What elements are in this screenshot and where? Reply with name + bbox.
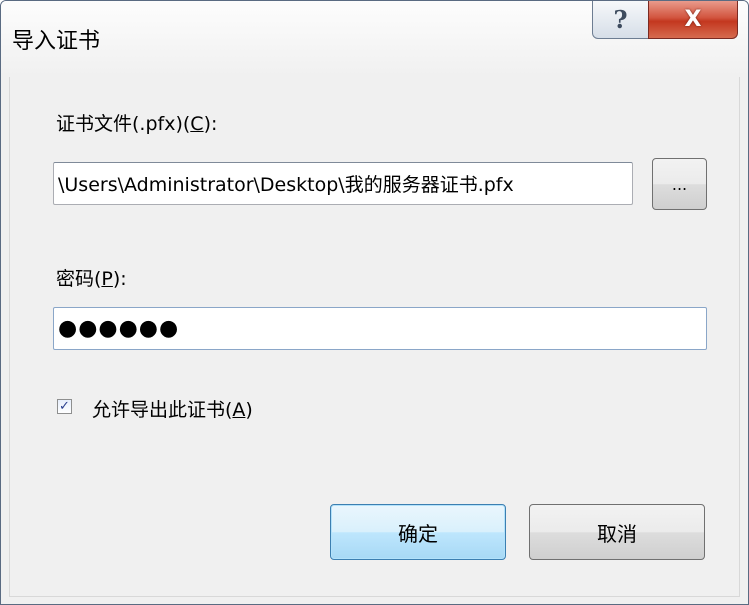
password-value: ●●●●●● bbox=[58, 316, 180, 341]
close-button[interactable]: X bbox=[648, 1, 738, 39]
allow-export-checkbox[interactable]: ✓ bbox=[57, 399, 72, 414]
certificate-file-path: \Users\Administrator\Desktop\我的服务器证书.pfx bbox=[58, 174, 514, 196]
certificate-file-label: 证书文件(.pfx)(C): bbox=[56, 113, 218, 135]
password-label: 密码(P): bbox=[56, 268, 127, 290]
browse-button[interactable]: ... bbox=[652, 158, 707, 210]
dialog-content: 证书文件(.pfx)(C): \Users\Administrator\Desk… bbox=[9, 77, 740, 597]
help-icon: ? bbox=[613, 5, 628, 34]
password-input[interactable]: ●●●●●● bbox=[53, 307, 707, 350]
help-button[interactable]: ? bbox=[592, 1, 649, 39]
title-bar[interactable]: 导入证书 ? X bbox=[1, 1, 748, 77]
ok-button[interactable]: 确定 bbox=[330, 504, 506, 560]
cancel-button[interactable]: 取消 bbox=[529, 504, 705, 560]
certificate-file-input[interactable]: \Users\Administrator\Desktop\我的服务器证书.pfx bbox=[53, 162, 633, 205]
close-icon: X bbox=[684, 7, 702, 32]
dialog-title: 导入证书 bbox=[12, 29, 101, 54]
allow-export-label[interactable]: 允许导出此证书(A) bbox=[92, 395, 253, 422]
import-certificate-dialog: 导入证书 ? X 证书文件(.pfx)(C): \Users\Administr… bbox=[0, 0, 749, 605]
